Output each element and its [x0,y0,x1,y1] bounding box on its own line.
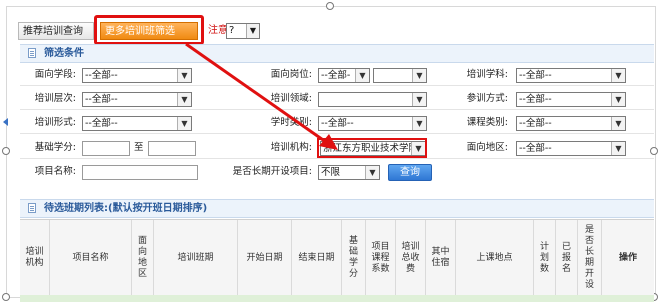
filter-section-header: 筛选条件 [20,44,654,63]
col-header-end-date[interactable]: 结束日期 [292,220,342,296]
recommend-training-tab[interactable]: 推荐培训查询 [18,22,94,40]
filter-label: 培训学科: [466,69,508,80]
col-header-project-name[interactable]: 项目名称 [50,220,132,296]
region-select[interactable]: --全部-- ▼ [516,141,626,156]
filter-row-5: 项目名称: 是否长期开设项目: 不限 ▼ 查询 [20,162,654,182]
filter-label: 面向岗位: [270,69,312,80]
col-header-region[interactable]: 面向地区 [132,220,154,296]
col-header-plan-count[interactable]: 计划数 [534,220,556,296]
col-header-location[interactable]: 上课地点 [456,220,534,296]
position-sub-select[interactable]: ▼ [373,68,427,83]
chevron-down-icon: ▼ [611,93,625,106]
filter-row-1: 面向学段: --全部-- ▼ 面向岗位: --全部- ▼ ▼ 培训学科: --全部-… [20,65,654,86]
form-select[interactable]: --全部-- ▼ [82,116,192,131]
list-section-header: 待选班期列表:(默认按开班日期排序) [20,199,654,218]
longterm-label: 是否长期开设项目: [232,166,312,177]
document-icon [28,48,36,58]
filter-label: 面向学段: [34,69,76,80]
collapse-arrow-icon[interactable] [3,118,8,126]
institution-highlight-box [317,138,427,158]
col-header-accommodation[interactable]: 其中住宿 [426,220,456,296]
filter-label: 参训方式: [466,93,508,104]
chevron-down-icon: ▼ [246,24,259,38]
course-category-select[interactable]: --全部-- ▼ [516,116,626,131]
filter-label: 培训形式: [34,117,76,128]
resize-handle-bottom-left[interactable] [2,293,10,301]
tab-row: 推荐培训查询 更多培训班筛选 注意 ? ▼ [18,15,648,45]
more-training-filter-tab[interactable]: 更多培训班筛选 [100,22,198,40]
list-table-header: 培训机构 项目名称 面向地区 培训班期 开始日期 结束日期 基础学分 项目课程系… [20,219,654,296]
hour-category-select[interactable]: --全部-- ▼ [318,116,427,131]
list-section-title: 待选班期列表:(默认按开班日期排序) [44,203,208,214]
col-header-longterm[interactable]: 是否长期开设 [578,220,602,296]
chevron-down-icon: ▼ [355,69,369,82]
position-select[interactable]: --全部- ▼ [318,68,370,83]
chevron-down-icon: ▼ [611,142,625,155]
resize-handle-left[interactable] [2,147,10,155]
col-header-base-credit[interactable]: 基础学分 [342,220,366,296]
chevron-down-icon: ▼ [611,117,625,130]
filter-section-title: 筛选条件 [44,48,84,59]
table-first-row [20,295,654,302]
longterm-select[interactable]: 不限 ▼ [318,165,380,180]
chevron-down-icon: ▼ [412,117,426,130]
filter-row-3: 培训形式: --全部-- ▼ 学时类别: --全部-- ▼ 课程类别: --全部--… [20,113,654,134]
credit-max-input[interactable] [148,141,196,156]
query-button[interactable]: 查询 [388,164,432,181]
credit-range-separator: 至 [134,142,144,153]
col-header-course-coefficient[interactable]: 项目课程系数 [366,220,396,296]
chevron-down-icon: ▼ [177,69,191,82]
region-label: 面向地区: [466,142,508,153]
chevron-down-icon: ▼ [177,117,191,130]
filter-label: 培训领域: [270,93,312,104]
subject-select[interactable]: --全部-- ▼ [516,68,626,83]
col-header-action[interactable]: 操作 [602,220,654,296]
col-header-total-fee[interactable]: 培训总收费 [396,220,426,296]
chevron-down-icon: ▼ [611,69,625,82]
mode-select[interactable]: --全部-- ▼ [516,92,626,107]
level-select[interactable]: --全部-- ▼ [82,92,192,107]
col-header-class-period[interactable]: 培训班期 [154,220,238,296]
project-name-input[interactable] [82,165,198,180]
col-header-start-date[interactable]: 开始日期 [238,220,292,296]
chevron-down-icon: ▼ [365,166,379,179]
credit-min-input[interactable] [82,141,130,156]
filter-label: 课程类别: [466,117,508,128]
credit-label: 基础学分: [34,142,76,153]
resize-handle-top[interactable] [326,2,334,10]
document-icon [28,203,36,213]
filter-label: 学时类别: [270,117,312,128]
field-select[interactable]: ▼ [318,92,427,107]
institution-label: 培训机构: [270,142,312,153]
chevron-down-icon: ▼ [412,69,426,82]
help-select[interactable]: ? ▼ [226,23,260,39]
filter-row-2: 培训层次: --全部-- ▼ 培训领域: ▼ 参训方式: --全部-- ▼ [20,89,654,110]
chevron-down-icon: ▼ [177,93,191,106]
filter-label: 培训层次: [34,93,76,104]
filter-row-4: 基础学分: 至 培训机构: 浙江东方职业技术学院 ▼ 面向地区: --全部-- ▼ [20,138,654,159]
project-name-label: 项目名称: [34,166,76,177]
note-text: 注意 [208,25,228,36]
col-header-institution[interactable]: 培训机构 [20,220,50,296]
col-header-enrolled[interactable]: 已报名 [556,220,578,296]
stage-select[interactable]: --全部-- ▼ [82,68,192,83]
chevron-down-icon: ▼ [412,93,426,106]
